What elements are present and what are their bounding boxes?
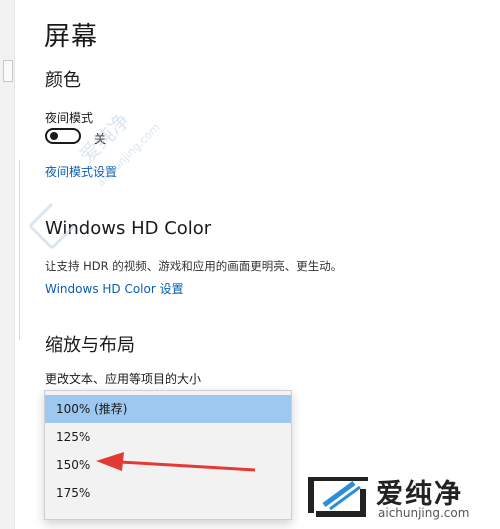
arrow-shaft: [119, 460, 256, 472]
brand-logo: 爱纯净 aichunjing.com: [300, 468, 496, 526]
brand-domain: aichunjing.com: [378, 506, 470, 520]
arrow-head: [96, 452, 124, 471]
red-arrow-annotation: [96, 452, 256, 472]
brand-logo-icon: [308, 477, 368, 517]
